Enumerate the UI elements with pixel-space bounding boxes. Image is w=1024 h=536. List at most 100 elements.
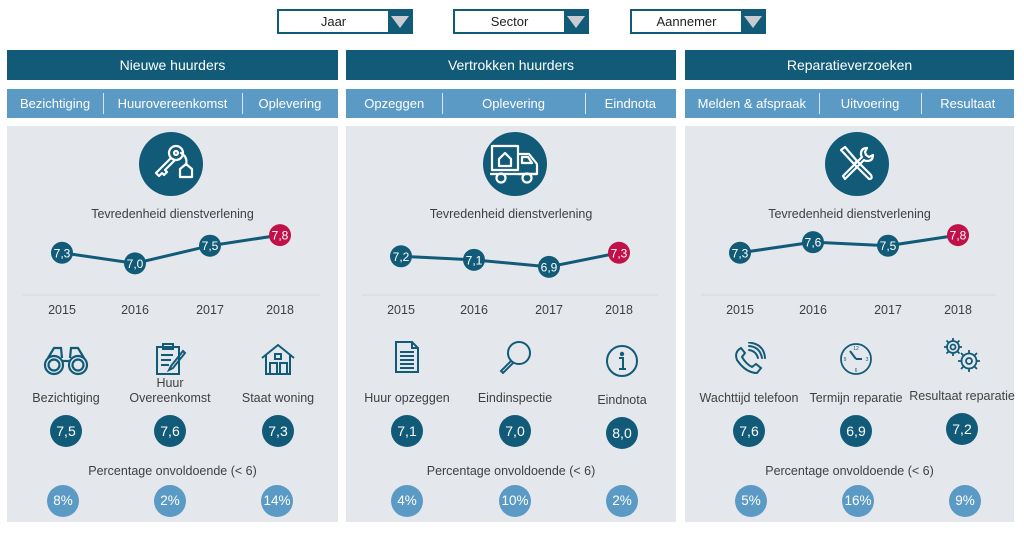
sub-item-label: Huur Overeenkomst (129, 376, 211, 405)
chevron-down-icon[interactable] (388, 11, 411, 32)
score-badge: 7,0 (499, 415, 531, 447)
sub-score-item: Huur opzeggen 7,1 (352, 340, 462, 447)
data-label: 7,8 (272, 229, 289, 243)
score-badge: 7,6 (154, 415, 186, 447)
pct-badge: 14% (261, 485, 293, 517)
panel-repair-requests: Reparatieverzoeken Melden & afspraak Uit… (685, 50, 1017, 522)
tab-oplevering[interactable]: Oplevering (442, 89, 584, 118)
svg-text:6: 6 (855, 368, 858, 374)
trend-line (61, 233, 281, 265)
magnifier-icon (460, 340, 570, 376)
tab-opzeggen[interactable]: Opzeggen (346, 89, 442, 118)
score-badge: 7,1 (391, 415, 423, 447)
document-icon (352, 340, 462, 376)
sub-score-item: Resultaat reparatie 7,2 (907, 338, 1017, 445)
sub-score-item: 12 3 6 9 Termijn reparatie 6,9 (801, 340, 911, 447)
year-tick-label: 2016 (460, 303, 488, 317)
year-tick-label: 2016 (121, 303, 149, 317)
pct-badge: 10% (499, 485, 531, 517)
year-tick-label: 2018 (605, 303, 633, 317)
sub-score-item: Eindinspectie 7,0 (460, 340, 570, 447)
data-label: 6,9 (541, 260, 558, 274)
panel-body: Tevredenheid dienstverlening 7,3 2015 7,6 2… (685, 126, 1017, 522)
panel-title: Reparatieverzoeken (685, 50, 1014, 80)
chevron-down-icon[interactable] (564, 11, 587, 32)
tab-melden-afspraak[interactable]: Melden & afspraak (685, 89, 819, 118)
data-label: 7,5 (880, 239, 897, 253)
tab-oplevering[interactable]: Oplevering (241, 89, 338, 118)
data-label: 7,1 (466, 253, 483, 267)
tab-bezichtiging[interactable]: Bezichtiging (7, 89, 103, 118)
data-label: 7,0 (127, 257, 144, 271)
sub-item-label: Huur opzeggen (364, 391, 450, 405)
sub-score-item: Huur Overeenkomst 7,6 (115, 340, 225, 447)
chevron-down-icon[interactable] (741, 11, 764, 32)
year-dropdown[interactable]: Jaar (277, 9, 413, 34)
data-label: 7,8 (950, 229, 967, 243)
sector-dropdown[interactable]: Sector (453, 9, 589, 34)
year-tick-label: 2015 (48, 303, 76, 317)
pct-badge: 5% (735, 485, 767, 517)
pct-badge: 9% (949, 485, 981, 517)
phone-icon (694, 340, 804, 376)
tab-uitvoering[interactable]: Uitvoering (818, 89, 922, 118)
subtab-bar: Opzeggen Oplevering Eindnota (346, 89, 676, 118)
gears-icon (907, 338, 1017, 374)
house-icon (223, 340, 333, 376)
tab-resultaat[interactable]: Resultaat (921, 89, 1014, 118)
panel-title: Vertrokken huurders (346, 50, 676, 80)
data-label: 7,5 (202, 239, 219, 253)
pct-badge: 8% (47, 485, 79, 517)
score-badge: 7,3 (262, 415, 294, 447)
sub-item-label: Termijn reparatie (809, 391, 903, 405)
year-tick-label: 2017 (196, 303, 224, 317)
pct-badge: 16% (842, 485, 874, 517)
sub-item-label: Wachttijd telefoon (699, 391, 799, 405)
score-badge: 7,6 (733, 415, 765, 447)
panel-body: Tevredenheid dienstverlening 7,3 2015 7,0 2… (7, 126, 338, 522)
pct-title: Percentage onvoldoende (< 6) (88, 464, 257, 478)
contractor-dropdown[interactable]: Aannemer (630, 9, 766, 34)
year-tick-label: 2015 (726, 303, 754, 317)
data-label: 7,3 (54, 246, 71, 260)
score-badge: 7,5 (50, 415, 82, 447)
pct-title: Percentage onvoldoende (< 6) (765, 464, 934, 478)
data-label: 7,6 (805, 236, 822, 250)
data-label: 7,3 (611, 246, 628, 260)
year-dropdown-label: Jaar (320, 14, 347, 29)
score-badge: 8,0 (606, 417, 638, 449)
clock-icon: 12 3 6 9 (801, 340, 911, 376)
year-tick-label: 2015 (387, 303, 415, 317)
sub-score-item: Staat woning 7,3 (223, 340, 333, 447)
score-badge: 7,2 (946, 413, 978, 445)
panel-new-tenants: Nieuwe huurders Bezichtiging Huurovereen… (7, 50, 338, 522)
sub-item-label: Staat woning (241, 391, 315, 405)
sub-item-label: Eindinspectie (477, 391, 553, 405)
svg-text:3: 3 (866, 357, 869, 363)
year-tick-label: 2017 (535, 303, 563, 317)
data-label: 7,3 (732, 246, 749, 260)
svg-text:9: 9 (844, 357, 847, 363)
satisfaction-chart: 7,3 2015 7,6 2016 7,5 2017 7,8 2018 (701, 224, 996, 317)
satisfaction-chart: 7,2 2015 7,1 2016 6,9 2017 7,3 2018 (362, 241, 658, 317)
sub-score-item: Eindnota 8,0 (567, 342, 677, 449)
sub-item-label: Resultaat reparatie (909, 389, 1015, 403)
subtab-bar: Melden & afspraak Uitvoering Resultaat (685, 89, 1014, 118)
data-label: 7,2 (393, 250, 410, 264)
pct-badge: 2% (154, 485, 186, 517)
tab-huurovereenkomst[interactable]: Huurovereenkomst (103, 89, 242, 118)
subtab-bar: Bezichtiging Huurovereenkomst Oplevering (7, 89, 338, 118)
tab-eindnota[interactable]: Eindnota (584, 89, 676, 118)
svg-text:12: 12 (853, 346, 859, 352)
score-badge: 6,9 (840, 415, 872, 447)
sector-dropdown-label: Sector (490, 14, 529, 29)
binoculars-icon (11, 340, 121, 376)
year-tick-label: 2017 (874, 303, 902, 317)
pct-title: Percentage onvoldoende (< 6) (426, 464, 596, 478)
clipboard-pen-icon (115, 340, 225, 376)
year-tick-label: 2018 (944, 303, 972, 317)
info-icon (567, 342, 677, 378)
year-tick-label: 2016 (799, 303, 827, 317)
panel-title: Nieuwe huurders (7, 50, 338, 80)
contractor-dropdown-label: Aannemer (656, 14, 717, 29)
